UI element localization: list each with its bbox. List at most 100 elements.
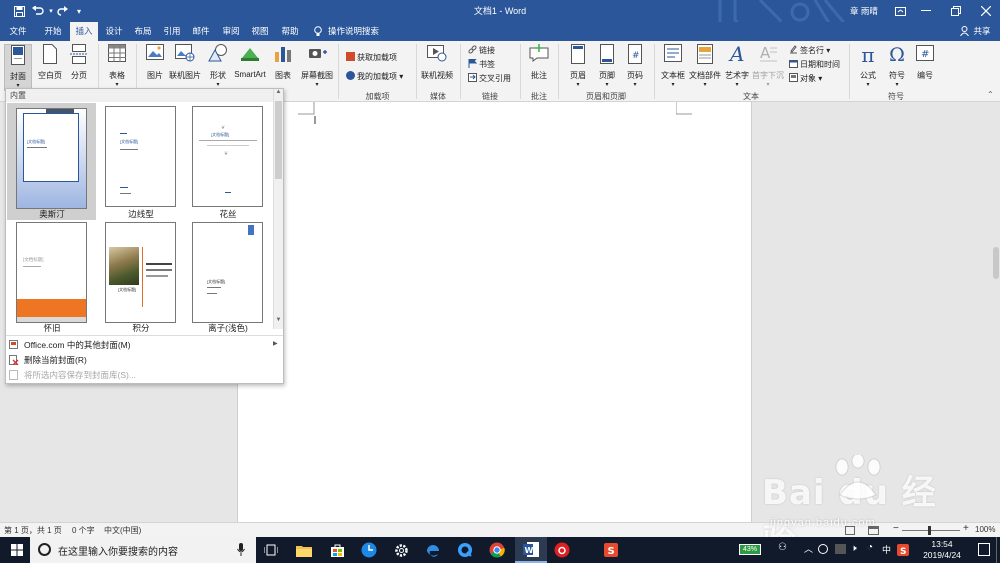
action-center-icon[interactable] [978,543,990,556]
thumb-title: [文档标题] [207,279,226,284]
chart-button[interactable]: 图表 [268,44,298,92]
tab-mailings[interactable]: 邮件 [187,22,215,41]
windows-start-icon[interactable] [6,540,28,560]
group-separator [338,44,339,99]
screenshot-button[interactable]: 屏幕截图 ▾ [298,44,336,92]
show-hidden-icons[interactable]: ︿ [804,542,813,555]
microphone-icon[interactable] [237,543,245,556]
ribbon-display-options-icon[interactable] [890,0,910,22]
tab-insert[interactable]: 插入 [70,22,98,41]
symbol-button[interactable]: Ω 符号 ▾ [882,44,912,92]
scroll-up-icon[interactable]: ▲ [274,89,283,95]
get-addins-button[interactable]: 获取加载项 [346,52,397,63]
word-count[interactable]: 0 个字 [72,525,95,536]
new-comment-label: 批注 [531,71,547,80]
collapse-ribbon-icon[interactable]: ⌃ [987,90,994,99]
tab-references[interactable]: 引用 [158,22,186,41]
number-button[interactable]: # 编号 [911,44,939,92]
header-button[interactable]: 页眉 ▾ [562,44,594,92]
tab-layout[interactable]: 布局 [129,22,157,41]
gallery-scrollbar[interactable]: ▲ ▼ [273,89,283,329]
show-desktop-button[interactable] [996,537,1000,563]
tab-view[interactable]: 视图 [246,22,274,41]
online-video-button[interactable]: 联机视频 [419,44,455,92]
battery-indicator[interactable]: 43% [739,544,761,555]
close-icon[interactable] [972,0,1000,22]
netease-music-icon[interactable] [551,540,573,560]
link-button[interactable]: 链接 [468,45,495,56]
date-time-button[interactable]: 日期和时间 [789,59,840,70]
my-addins-button[interactable]: 我的加载项 ▾ [346,71,403,82]
new-comment-button[interactable]: 批注 [523,44,555,92]
wordart-button[interactable]: A 艺术字 ▾ [721,42,753,92]
scroll-down-icon[interactable]: ▼ [274,317,283,323]
customize-quick-access-icon[interactable]: ▾ [72,0,86,22]
tray-app-icon[interactable] [835,544,846,554]
zoom-slider-track[interactable] [902,530,960,531]
cover-item-integral[interactable]: [文档标题] 积分 [96,220,185,333]
signature-line-button[interactable]: 签名行 ▾ [789,45,830,56]
smartart-button[interactable]: SmartArt [232,44,268,92]
table-button[interactable]: 表格 ▾ [100,44,134,92]
chrome-browser-icon[interactable] [486,540,508,560]
tab-home[interactable]: 开始 [38,22,68,41]
restore-icon[interactable] [942,0,970,22]
cover-item-ion-light[interactable]: [文档标题] 离子(浅色) [185,220,274,333]
cover-item-filigree[interactable]: ❦ [文档标题] ❦ 花丝 [185,103,274,220]
textbox-button[interactable]: 文本框 ▾ [657,44,689,92]
redo-icon[interactable] [55,0,69,22]
word-taskbar-button[interactable]: W [515,537,547,563]
clock-time[interactable]: 13:54 [920,539,964,549]
edge-browser-icon[interactable] [422,540,444,560]
tell-me-search[interactable]: 操作说明搜索 [328,22,384,41]
language-indicator[interactable]: 中文(中国) [104,525,141,536]
vertical-scrollbar-thumb[interactable] [993,247,999,279]
task-view-icon[interactable] [260,540,282,560]
document-page[interactable] [237,102,752,522]
clock-date[interactable]: 2019/4/24 [916,550,968,560]
people-icon[interactable]: ⚇ [778,542,787,553]
user-name[interactable]: 章 雨晴 [850,0,878,22]
footer-button[interactable]: 页脚 ▾ [592,44,622,92]
file-explorer-icon[interactable] [293,540,315,560]
page-break-button[interactable]: 分页 [62,44,96,92]
pi-icon: π [861,43,875,67]
quick-parts-button[interactable]: 文档部件 ▾ [688,44,722,92]
sogou-icon[interactable]: S [600,540,622,560]
settings-gear-icon[interactable] [390,540,412,560]
sogou-ime-icon[interactable]: S [896,540,910,560]
equation-button[interactable]: π 公式 ▾ [853,44,883,92]
gallery-scroll-thumb[interactable] [275,101,282,179]
volume-icon[interactable]: 🕨 [851,543,857,554]
page-number-button[interactable]: # 页码 ▾ [620,44,650,92]
tray-app-icon[interactable] [818,544,828,554]
tab-help[interactable]: 帮助 [276,22,304,41]
drop-cap-button[interactable]: A 首字下沉 ▾ [751,44,785,92]
object-button[interactable]: 对象 ▾ [789,73,822,84]
tab-review[interactable]: 审阅 [217,22,245,41]
tab-design[interactable]: 设计 [100,22,128,41]
clock-app-icon[interactable] [358,540,380,560]
cover-item-austin[interactable]: [文档标题] 奥斯汀 [7,103,96,220]
shapes-button[interactable]: 形状 ▾ [201,44,235,92]
cover-item-retrospect[interactable]: [文档标题] 怀旧 [7,220,96,333]
cover-page-button[interactable]: 封面 ▾ [4,44,32,91]
bookmark-button[interactable]: 书签 [468,58,495,70]
qq-browser-icon[interactable] [454,540,476,560]
online-pictures-button[interactable]: 联机图片 [168,44,202,92]
wifi-icon[interactable]: ◔ [867,542,873,553]
more-covers-menu-item[interactable]: Office.com 中的其他封面(M) [9,338,131,353]
store-icon[interactable] [326,540,348,560]
input-method-indicator[interactable]: 中 [882,543,891,556]
minimize-icon[interactable] [912,0,940,22]
undo-icon[interactable] [28,0,48,22]
remove-cover-menu-item[interactable]: 删除当前封面(R) [9,353,87,368]
cross-reference-button[interactable]: 交叉引用 [468,73,511,84]
pictures-button[interactable]: 图片 [138,44,172,92]
cover-item-sideline[interactable]: [文档标题] 边线型 [96,103,185,220]
share-button[interactable]: 共享 [971,22,993,41]
page-count[interactable]: 第 1 页，共 1 页 [4,525,62,536]
save-to-gallery-menu-item[interactable]: 将所选内容保存到封面库(S)... [9,368,136,383]
tab-file[interactable]: 文件 [3,22,33,41]
taskbar-search-box[interactable]: 在这里输入你要搜索的内容 [30,537,256,563]
